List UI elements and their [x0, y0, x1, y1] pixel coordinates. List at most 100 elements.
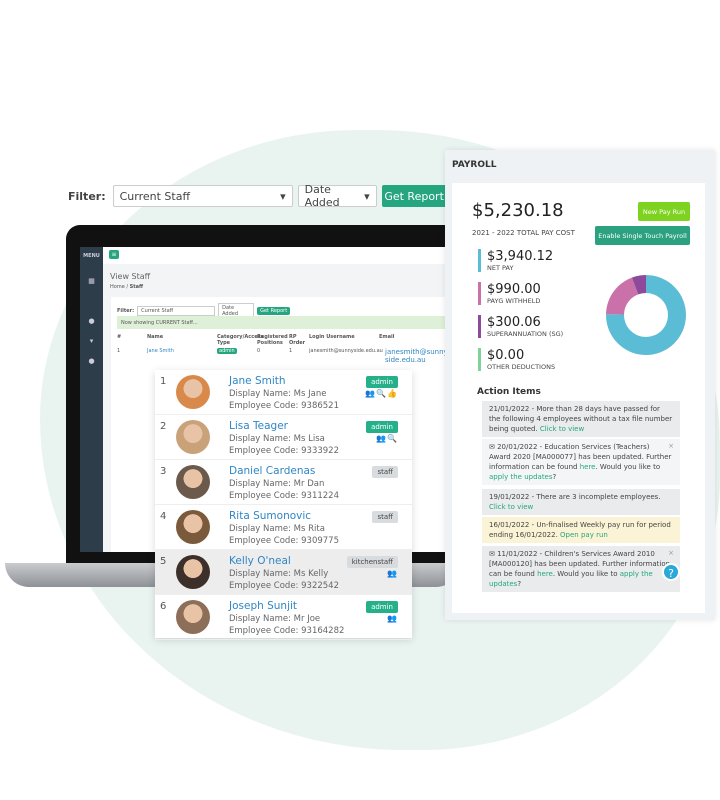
row-rp: 0	[257, 348, 261, 354]
row-number: 2	[160, 421, 167, 432]
new-pay-run-button[interactable]: New Pay Run	[638, 202, 690, 221]
staff-name[interactable]: Lisa Teager	[229, 420, 288, 432]
col-email: Email	[379, 334, 395, 340]
role-badge: admin	[366, 376, 398, 388]
col-category: Category/Access Type	[217, 334, 264, 346]
staff-name[interactable]: Kelly O'neal	[229, 555, 291, 567]
stat-value: $990.00	[487, 282, 541, 297]
display-name: Display Name: Ms Rita	[229, 524, 325, 534]
envelope-icon: ✉	[489, 550, 498, 558]
display-name: Display Name: Ms Jane	[229, 389, 327, 399]
users-icon[interactable]: 👥	[387, 614, 398, 623]
breadcrumb-current: Staff	[129, 284, 144, 290]
display-name: Display Name: Mr Dan	[229, 479, 325, 489]
action-items-title: Action Items	[477, 387, 541, 397]
row-number: 5	[160, 556, 167, 567]
action-text-end: ?	[552, 473, 557, 481]
action-link[interactable]: Click to view	[489, 503, 533, 511]
action-item: ✉ 11/01/2022 - Children's Services Award…	[482, 546, 680, 592]
close-icon[interactable]: ×	[668, 441, 674, 451]
payroll-title: PAYROLL	[452, 160, 497, 170]
total-pay-cost: $5,230.18	[472, 200, 564, 221]
staff-row[interactable]: 2 Lisa Teager Display Name: Ms Lisa Empl…	[155, 415, 412, 460]
filter-bar: Filter: Current Staff ▾ Date Added ▾ Get R…	[68, 183, 447, 209]
staff-name[interactable]: Rita Sumonovic	[229, 510, 311, 522]
col-name: Name	[147, 334, 164, 340]
page-title: View Staff	[110, 272, 151, 281]
row-order: 1	[289, 348, 293, 354]
category-select[interactable]: Current Staff ▾	[112, 185, 293, 207]
stat-label: SUPERANNUATION (SG)	[487, 330, 564, 338]
sidebar-icons[interactable]: ▦ ● ▾ ●	[80, 271, 103, 371]
role-badge: kitchenstaff	[346, 556, 398, 568]
menu-label: MENU	[83, 253, 100, 259]
pay-stat: $3,940.12 NET PAY	[478, 249, 553, 272]
stat-value: $0.00	[487, 348, 525, 363]
staff-name[interactable]: Jane Smith	[229, 375, 286, 387]
action-link[interactable]: Open pay run	[560, 531, 608, 539]
employee-code: Employee Code: 9333922	[229, 446, 339, 456]
close-icon[interactable]: ×	[668, 548, 674, 558]
category-value: Current Staff	[119, 189, 191, 203]
avatar	[176, 510, 210, 544]
avatar	[176, 465, 210, 499]
top-bar: ≡	[103, 247, 450, 264]
staff-row[interactable]: 5 Kelly O'neal Display Name: Ms Kelly Em…	[155, 550, 412, 595]
stat-label: OTHER DEDUCTIONS	[487, 363, 556, 371]
donut-slice-payg-withheld	[606, 277, 639, 315]
menu-toggle-button[interactable]: ≡	[109, 250, 119, 259]
employee-code: Employee Code: 9322542	[229, 581, 339, 591]
mini-category-select[interactable]: Current Staff	[137, 306, 216, 316]
staff-row[interactable]: 1 Jane Smith Display Name: Ms Jane Emplo…	[155, 370, 412, 415]
avatar	[176, 420, 210, 454]
stat-label: PAYG WITHHELD	[487, 297, 541, 305]
row-email[interactable]: janesmith@sunnyside.edu.au	[385, 348, 450, 364]
row-number: 4	[160, 511, 167, 522]
here-link[interactable]: here	[537, 570, 553, 578]
users-icon[interactable]: 👥	[387, 569, 398, 578]
role-badge: admin	[366, 601, 398, 613]
staff-row[interactable]: 3 Daniel Cardenas Display Name: Mr Dan E…	[155, 460, 412, 505]
row-num: 1	[117, 348, 121, 354]
action-text-mid: . Would you like to	[595, 463, 661, 471]
action-link[interactable]: Click to view	[540, 425, 584, 433]
col-positions: Registered Positions	[257, 334, 288, 346]
row-number: 1	[160, 376, 167, 387]
sort-value: Date Added	[304, 183, 340, 209]
row-name[interactable]: Jane Smith	[147, 348, 217, 366]
display-name: Display Name: Ms Lisa	[229, 434, 325, 444]
staff-name[interactable]: Joseph Sunjit	[229, 600, 297, 612]
get-report-button[interactable]: Get Report	[381, 185, 447, 207]
help-icon[interactable]: ?	[662, 563, 680, 581]
employee-code: Employee Code: 9386521	[229, 401, 339, 411]
sidebar: MENU ▦ ● ▾ ●	[80, 247, 103, 552]
col-login: Login Username	[309, 334, 355, 340]
enable-stp-button[interactable]: Enable Single Touch Payroll	[595, 226, 690, 245]
stat-value: $300.06	[487, 315, 541, 330]
breadcrumb-home[interactable]: Home	[110, 284, 125, 290]
users-icon-search-icon-thumbs-up-icon[interactable]: 👥🔍👍	[365, 389, 398, 398]
col-num: #	[117, 334, 122, 340]
row-number: 3	[160, 466, 167, 477]
pay-donut-chart	[606, 275, 687, 355]
display-name: Display Name: Mr Joe	[229, 614, 321, 624]
staff-row[interactable]: 4 Rita Sumonovic Display Name: Ms Rita E…	[155, 505, 412, 550]
row-login: janesmith@sunnyside.edu.au	[309, 348, 383, 354]
total-pay-cost-label: 2021 - 2022 TOTAL PAY COST	[472, 229, 575, 237]
mini-get-report-button[interactable]: Get Report	[257, 307, 291, 315]
table-row: 1 Jane Smith admin 0 1 janesmith@sunnysi…	[117, 348, 450, 366]
action-item: ✉ 20/01/2022 - Education Services (Teach…	[482, 439, 680, 485]
stat-value: $3,940.12	[487, 249, 554, 264]
breadcrumb: Home / Staff	[110, 284, 144, 290]
users-icon-search-icon[interactable]: 👥🔍	[376, 434, 398, 443]
here-link[interactable]: here	[580, 463, 596, 471]
staff-row[interactable]: 6 Joseph Sunjit Display Name: Mr Joe Emp…	[155, 595, 412, 640]
role-badge: admin	[366, 421, 398, 433]
apply-updates-link[interactable]: apply the updates	[489, 473, 553, 481]
stat-label: NET PAY	[487, 264, 514, 272]
display-name: Display Name: Ms Kelly	[229, 569, 329, 579]
sort-select[interactable]: Date Added ▾	[297, 183, 377, 209]
col-rp-order: RP Order	[289, 334, 306, 346]
action-text-end: ?	[517, 580, 522, 588]
staff-name[interactable]: Daniel Cardenas	[229, 465, 315, 477]
